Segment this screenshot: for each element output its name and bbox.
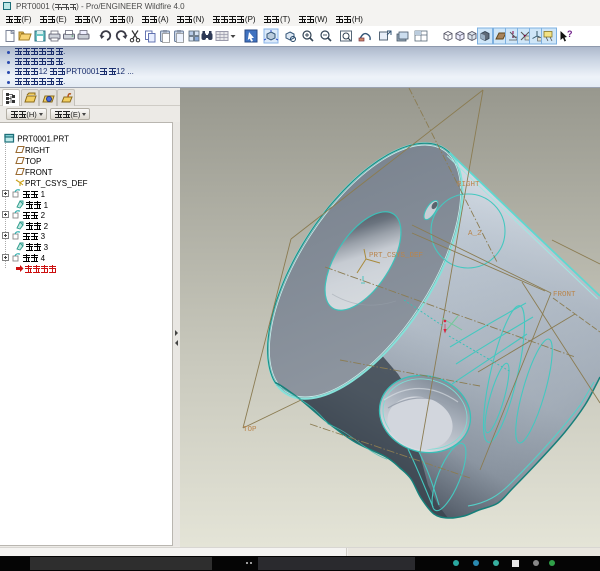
svg-text:?: ?	[567, 29, 573, 39]
svg-text:FRONT: FRONT	[553, 291, 576, 299]
svg-text:TOP: TOP	[243, 426, 257, 434]
svg-text:PRT_CSYS_DEF: PRT_CSYS_DEF	[369, 252, 423, 260]
svg-text:A_2: A_2	[468, 230, 482, 238]
svg-text:RIGHT: RIGHT	[457, 181, 480, 189]
